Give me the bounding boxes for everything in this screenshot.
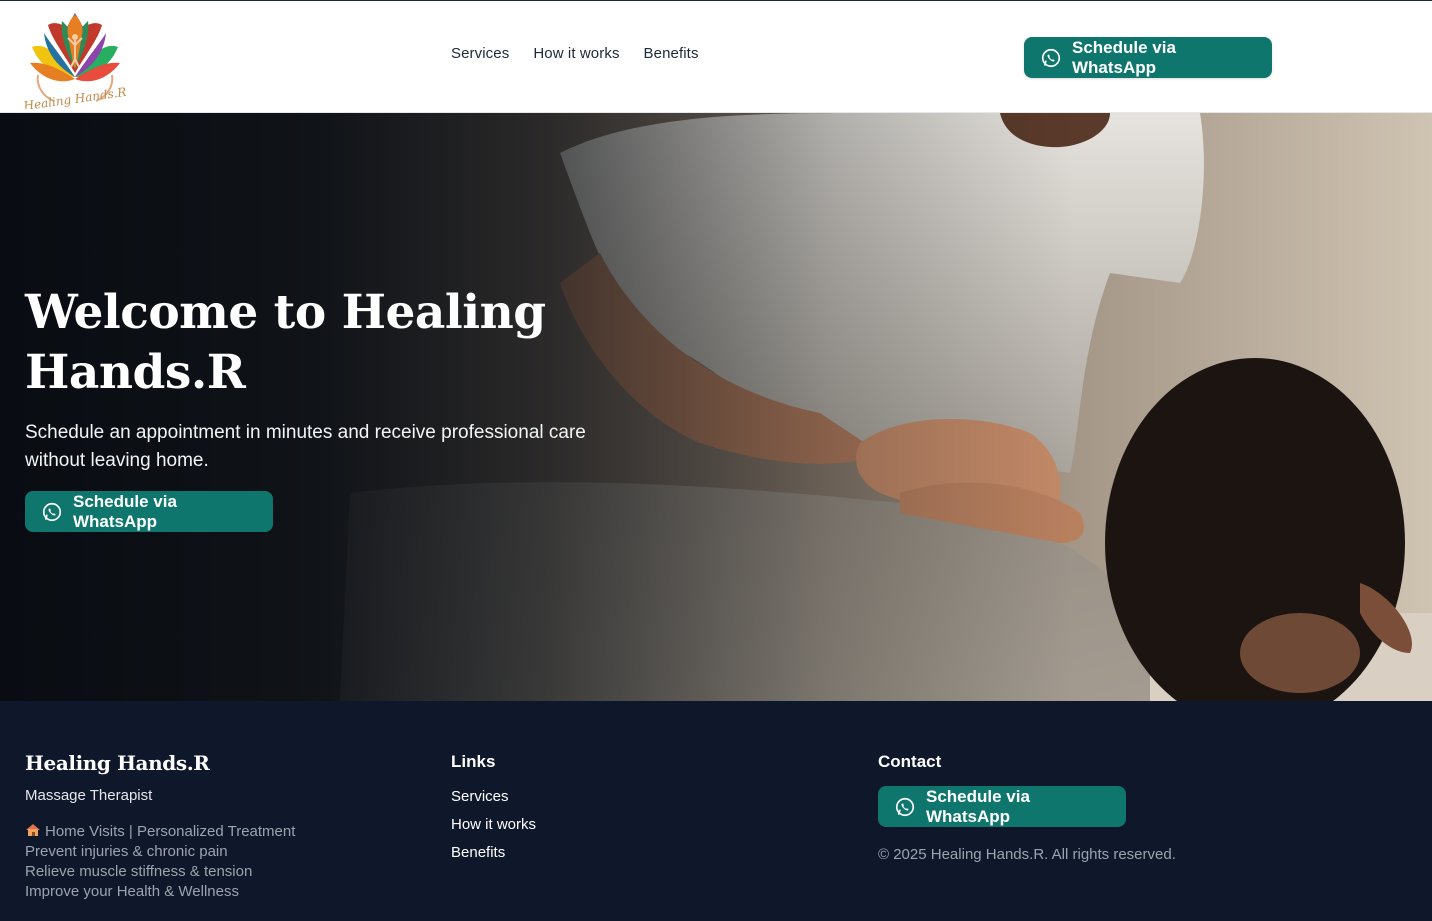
main-nav: Services How it works Benefits: [451, 45, 699, 62]
header-whatsapp-label: Schedule via WhatsApp: [1072, 37, 1176, 77]
lotus-logo-icon: Healing Hands.R: [22, 13, 127, 113]
site-footer: Healing Hands.R Massage Therapist Home V…: [0, 701, 1432, 921]
footer-contact-heading: Contact: [878, 752, 942, 771]
hero-whatsapp-button[interactable]: Schedule via WhatsApp: [25, 491, 273, 532]
site-header: Healing Hands.R Services How it works Be…: [0, 0, 1432, 113]
footer-feature-list: Home Visits | Personalized Treatment Pre…: [25, 822, 295, 902]
whatsapp-icon: [895, 797, 915, 816]
hero-whatsapp-label: Schedule via WhatsApp: [73, 491, 177, 531]
footer-feature-item: Home Visits | Personalized Treatment: [25, 822, 295, 842]
nav-services[interactable]: Services: [451, 45, 509, 62]
nav-benefits[interactable]: Benefits: [644, 45, 699, 62]
nav-how-it-works[interactable]: How it works: [533, 45, 619, 62]
hero-section: Welcome to Healing Hands.R Schedule an a…: [0, 113, 1432, 701]
house-icon: [26, 824, 40, 836]
hero-subtitle: Schedule an appointment in minutes and r…: [25, 422, 586, 471]
footer-feature-item: Relieve muscle stiffness & tension: [25, 863, 253, 880]
footer-feature-item: Prevent injuries & chronic pain: [25, 843, 228, 860]
copyright-text: © 2025 Healing Hands.R. All rights reser…: [878, 846, 1176, 863]
footer-whatsapp-label: Schedule via WhatsApp: [926, 786, 1030, 826]
footer-link-services[interactable]: Services: [451, 787, 536, 807]
hero-title: Welcome to Healing Hands.R: [25, 285, 546, 400]
footer-brand-role: Massage Therapist: [25, 787, 153, 804]
footer-brand-name: Healing Hands.R: [25, 751, 210, 775]
footer-whatsapp-button[interactable]: Schedule via WhatsApp: [878, 786, 1126, 827]
header-whatsapp-button[interactable]: Schedule via WhatsApp: [1024, 37, 1272, 78]
hero-overlay: [0, 113, 1432, 701]
whatsapp-icon: [1041, 48, 1061, 67]
logo[interactable]: Healing Hands.R: [22, 7, 127, 113]
whatsapp-icon: [42, 502, 62, 521]
footer-feature-item: Improve your Health & Wellness: [25, 883, 239, 900]
footer-links: Services How it works Benefits: [451, 787, 536, 863]
footer-links-heading: Links: [451, 752, 496, 771]
footer-link-how-it-works[interactable]: How it works: [451, 815, 536, 835]
footer-link-benefits[interactable]: Benefits: [451, 843, 536, 863]
